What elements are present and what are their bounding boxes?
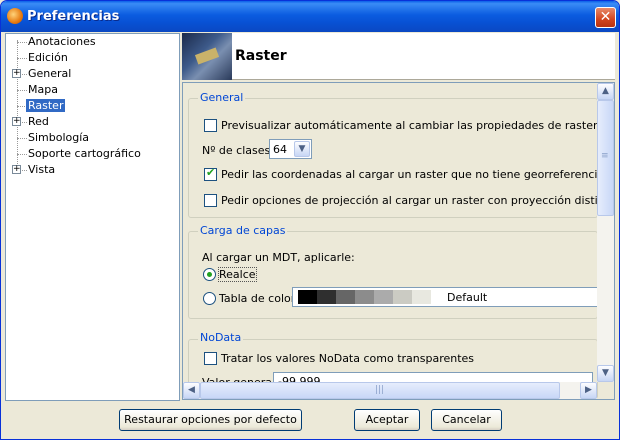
tree-item-label: Mapa xyxy=(28,83,58,96)
chevron-down-icon[interactable]: ▼ xyxy=(294,141,310,157)
color-ramp-swatch xyxy=(412,290,431,304)
realce-radio[interactable] xyxy=(203,268,216,281)
expand-icon[interactable]: + xyxy=(12,165,21,174)
tree-item-raster[interactable]: Raster xyxy=(26,98,66,114)
scroll-up-icon[interactable]: ▲ xyxy=(597,83,614,100)
tree-item-edicion[interactable]: Edición xyxy=(26,50,70,66)
realce-label: Realce xyxy=(218,267,257,282)
color-ramp-select[interactable]: Default xyxy=(292,287,610,307)
cancel-button[interactable]: Cancelar xyxy=(431,409,502,431)
expand-icon[interactable]: + xyxy=(12,117,21,126)
color-ramp-swatch xyxy=(355,290,374,304)
app-icon xyxy=(7,8,23,24)
page-title: Raster xyxy=(235,48,287,64)
tree-item-soporte-cartografico[interactable]: Soporte cartográfico xyxy=(26,146,143,162)
tree-item-simbologia[interactable]: Simbología xyxy=(26,130,91,146)
window-title: Preferencias xyxy=(27,9,120,24)
horizontal-scroll-thumb[interactable]: ||| xyxy=(200,382,560,399)
satellite-image xyxy=(182,33,232,80)
accept-button[interactable]: Aceptar xyxy=(354,409,420,431)
color-ramp-swatch xyxy=(336,290,355,304)
color-table-radio[interactable] xyxy=(203,292,216,305)
preview-label: Previsualizar automáticamente al cambiar… xyxy=(221,119,598,132)
tree-item-label: Soporte cartográfico xyxy=(28,147,141,160)
grip-icon: ||| xyxy=(375,385,385,395)
vertical-scroll-thumb[interactable]: ≡ xyxy=(597,100,614,216)
projection-checkbox[interactable] xyxy=(204,194,217,207)
close-button[interactable]: ✕ xyxy=(595,7,616,28)
tree-item-label: Raster xyxy=(26,99,66,112)
general-group-title: General xyxy=(198,91,246,104)
restore-defaults-button[interactable]: Restaurar opciones por defecto xyxy=(119,409,302,431)
nodata-transparent-label: Tratar los valores NoData como transpare… xyxy=(221,352,475,365)
tree-item-label: Anotaciones xyxy=(28,35,96,48)
nodata-group-title: NoData xyxy=(198,331,244,344)
horizontal-scrollbar[interactable]: ◀ ||| ▶ xyxy=(183,382,597,399)
tree-item-general[interactable]: General xyxy=(26,66,73,82)
settings-scroll-pane[interactable]: General Previsualizar automáticamente al… xyxy=(182,82,615,400)
tree-item-label: Vista xyxy=(28,163,56,176)
tree-item-label: Red xyxy=(28,115,49,128)
projection-label: Pedir opciones de projección al cargar u… xyxy=(221,194,615,207)
coords-label: Pedir las coordenadas al cargar un raste… xyxy=(221,168,615,181)
color-ramp-swatch xyxy=(317,290,336,304)
nodata-transparent-checkbox[interactable] xyxy=(204,352,217,365)
tree-item-mapa[interactable]: Mapa xyxy=(26,82,60,98)
scroll-down-icon[interactable]: ▼ xyxy=(597,365,614,382)
preview-checkbox[interactable] xyxy=(204,119,217,132)
expand-icon[interactable]: + xyxy=(12,69,21,78)
grip-icon: ≡ xyxy=(601,151,609,161)
classes-value: 64 xyxy=(273,143,287,156)
preferences-tree: Anotaciones Edición + General Mapa Raste… xyxy=(5,33,180,401)
coords-checkbox[interactable] xyxy=(204,166,217,181)
preferences-window: Preferencias ✕ Anotaciones Edición + Gen… xyxy=(0,0,620,440)
color-table-label: Tabla de color xyxy=(219,292,296,305)
color-ramp-swatch xyxy=(393,290,412,304)
vertical-scrollbar[interactable]: ▲ ≡ ▼ xyxy=(597,83,614,382)
tree-item-label: Simbología xyxy=(28,131,90,144)
tree-item-vista[interactable]: Vista xyxy=(26,162,57,178)
scroll-right-icon[interactable]: ▶ xyxy=(580,382,597,399)
tree-item-label: General xyxy=(28,67,72,80)
tree-item-label: Edición xyxy=(28,51,68,64)
color-ramp-swatch xyxy=(374,290,393,304)
mdt-label: Al cargar un MDT, aplicarle: xyxy=(202,251,355,264)
tree-item-red[interactable]: Red xyxy=(26,114,51,130)
classes-label: Nº de clases: xyxy=(202,144,274,157)
scroll-left-icon[interactable]: ◀ xyxy=(183,382,200,399)
page-header: Raster xyxy=(182,33,615,80)
color-ramp-name: Default xyxy=(447,291,488,304)
tree-item-anotaciones[interactable]: Anotaciones xyxy=(26,34,98,50)
classes-select[interactable]: 64 ▼ xyxy=(269,139,312,159)
load-layers-group-title: Carga de capas xyxy=(198,224,288,237)
title-bar[interactable]: Preferencias ✕ xyxy=(1,1,619,32)
color-ramp-swatch xyxy=(298,290,317,304)
satellite-icon xyxy=(194,47,220,65)
